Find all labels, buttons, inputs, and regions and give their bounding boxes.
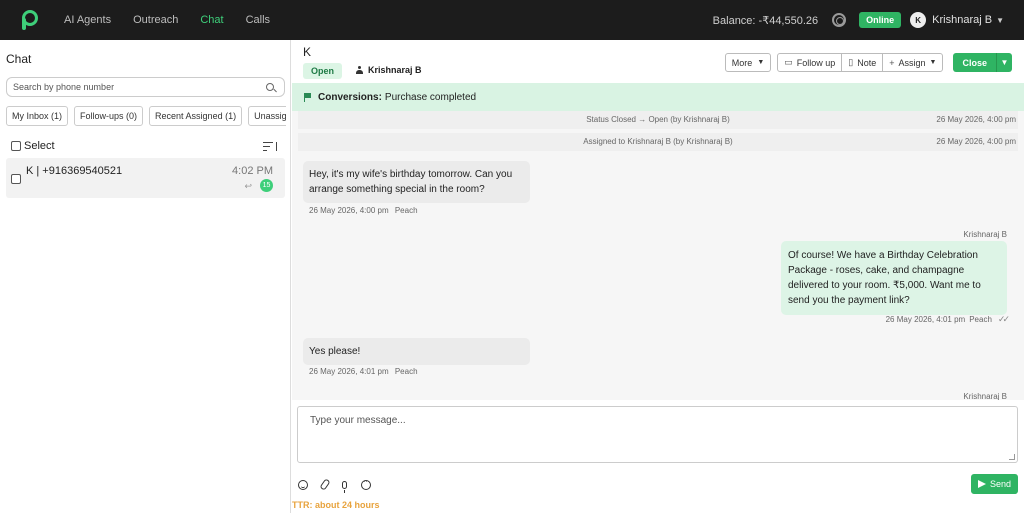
top-nav: AI Agents Outreach Chat Calls Balance: -… — [0, 0, 1024, 40]
emoji-icon[interactable] — [298, 479, 308, 490]
incoming-message: Yes please! — [303, 338, 530, 365]
online-status-badge[interactable]: Online — [859, 12, 902, 28]
message-input-placeholder: Type your message... — [310, 415, 406, 426]
reply-icon: ↩ — [244, 181, 252, 191]
assign-label: Assign — [898, 57, 926, 68]
assignee-label: Krishnaraj B — [356, 65, 422, 75]
note-icon: ▯ — [848, 57, 854, 67]
select-all-label[interactable]: Select — [24, 140, 55, 152]
nav-ai-agents[interactable]: AI Agents — [64, 14, 111, 26]
message-channel: Peach — [969, 315, 992, 324]
note-button[interactable]: ▯ Note — [841, 53, 884, 72]
more-button[interactable]: More ▼ — [724, 53, 772, 72]
system-event-text: Assigned to Krishnaraj B (by Krishnaraj … — [583, 137, 733, 146]
close-dropdown-toggle[interactable]: ▼ — [996, 53, 1012, 72]
flag-icon — [304, 92, 312, 102]
system-event: Status Closed → Open (by Krishnaraj B) 2… — [298, 111, 1018, 129]
system-event-text: Status Closed → Open (by Krishnaraj B) — [586, 115, 730, 124]
filter-recent-assigned[interactable]: Recent Assigned (1) — [149, 106, 243, 126]
incoming-message: Hey, it's my wife's birthday tomorrow. C… — [303, 161, 530, 203]
message-time: 26 May 2026, 4:00 pm — [309, 206, 389, 215]
conversation-time: 4:02 PM — [232, 165, 273, 177]
chevron-down-icon: ▼ — [929, 59, 937, 66]
filter-my-inbox[interactable]: My Inbox (1) — [6, 106, 69, 126]
chevron-down-icon: ▼ — [757, 59, 765, 66]
header-actions: More ▼ ▭ Follow up ▯ Note + Assign ▼ Clo… — [724, 53, 1012, 72]
message-thread[interactable]: Status Closed → Open (by Krishnaraj B) 2… — [292, 111, 1024, 400]
message-sender: Krishnaraj B — [963, 392, 1007, 400]
banner-label: Conversions: — [318, 91, 382, 103]
attachment-icon[interactable] — [319, 478, 331, 491]
close-split-button: Close ▼ — [953, 53, 1012, 72]
message-meta: 26 May 2026, 4:01 pm Peach ✓✓ — [885, 314, 1010, 325]
system-event-time: 26 May 2026, 4:00 pm — [936, 137, 1016, 146]
add-user-icon: + — [889, 57, 895, 68]
message-meta: 26 May 2026, 4:00 pm Peach — [309, 206, 418, 215]
search-icon[interactable] — [266, 83, 274, 91]
sort-icon[interactable] — [263, 141, 279, 152]
support-icon[interactable] — [832, 13, 847, 27]
follow-up-button[interactable]: ▭ Follow up — [777, 53, 843, 72]
nav-calls[interactable]: Calls — [246, 14, 270, 26]
nav-chat[interactable]: Chat — [200, 14, 223, 26]
conversation-list-item[interactable]: K | +916369540521 4:02 PM ↩ 15 — [6, 158, 285, 198]
composer-tools — [298, 477, 381, 493]
message-input[interactable]: Type your message... — [297, 406, 1018, 463]
message-sender: Krishnaraj B — [963, 230, 1007, 239]
search-placeholder: Search by phone number — [13, 82, 115, 92]
contact-name: K — [303, 45, 312, 59]
template-message-icon[interactable] — [361, 477, 371, 490]
system-event: Assigned to Krishnaraj B (by Krishnaraj … — [298, 133, 1018, 151]
panel-title: Chat — [6, 52, 32, 66]
message-channel: Peach — [394, 206, 418, 215]
conversation-panel: K Open Krishnaraj B More ▼ ▭ Follow up ▯… — [292, 40, 1024, 513]
close-button[interactable]: Close — [953, 53, 996, 72]
outgoing-message: Of course! We have a Birthday Celebratio… — [781, 241, 1007, 315]
balance-display: Balance: -₹44,550.26 — [712, 14, 819, 27]
send-icon — [977, 480, 986, 488]
message-meta: 26 May 2026, 4:01 pm Peach — [309, 367, 418, 376]
select-all-row: Select — [11, 140, 279, 152]
message-time: 26 May 2026, 4:01 pm — [885, 315, 966, 324]
select-all-checkbox[interactable] — [11, 141, 21, 151]
filter-follow-ups[interactable]: Follow-ups (0) — [74, 106, 144, 126]
more-label: More — [731, 57, 753, 68]
person-icon — [356, 66, 363, 74]
microphone-icon[interactable] — [342, 480, 347, 493]
filter-tabs: My Inbox (1) Follow-ups (0) Recent Assig… — [6, 106, 286, 126]
message-time: 26 May 2026, 4:01 pm — [309, 367, 389, 376]
conversion-banner: Conversions: Purchase completed — [292, 83, 1024, 111]
assignee-name: Krishnaraj B — [368, 65, 422, 75]
message-channel: Peach — [394, 367, 418, 376]
follow-up-label: Follow up — [796, 57, 836, 68]
top-right-area: Balance: -₹44,550.26 Online K Krishnaraj… — [713, 12, 1024, 28]
conversation-checkbox[interactable] — [11, 174, 21, 184]
resize-handle-icon[interactable] — [1009, 454, 1015, 460]
banner-text: Purchase completed — [384, 91, 477, 103]
search-input[interactable]: Search by phone number — [6, 77, 285, 97]
action-button-group: ▭ Follow up ▯ Note + Assign ▼ — [777, 53, 944, 72]
status-badge: Open — [303, 63, 343, 79]
user-avatar[interactable]: K — [910, 12, 927, 28]
chat-list-panel: Chat Search by phone number My Inbox (1)… — [0, 40, 291, 513]
user-menu[interactable]: Krishnaraj B — [932, 14, 992, 26]
send-label: Send — [989, 479, 1012, 489]
app-logo[interactable] — [22, 10, 38, 30]
conversation-name: K | +916369540521 — [26, 165, 123, 177]
ttr-indicator: TTR: about 24 hours — [292, 500, 380, 510]
nav-outreach[interactable]: Outreach — [133, 14, 178, 26]
chevron-down-icon[interactable]: ▼ — [996, 16, 1004, 25]
assign-button[interactable]: + Assign ▼ — [882, 53, 944, 72]
filter-unassigned[interactable]: Unassigned — [248, 106, 286, 126]
system-event-time: 26 May 2026, 4:00 pm — [936, 115, 1016, 124]
calendar-icon: ▭ — [784, 57, 793, 67]
main-nav: AI Agents Outreach Chat Calls — [64, 14, 292, 26]
note-label: Note — [857, 57, 877, 68]
unread-count-badge: 15 — [260, 179, 273, 192]
read-receipt-icon: ✓✓ — [997, 314, 1010, 324]
send-button[interactable]: Send — [971, 474, 1018, 494]
